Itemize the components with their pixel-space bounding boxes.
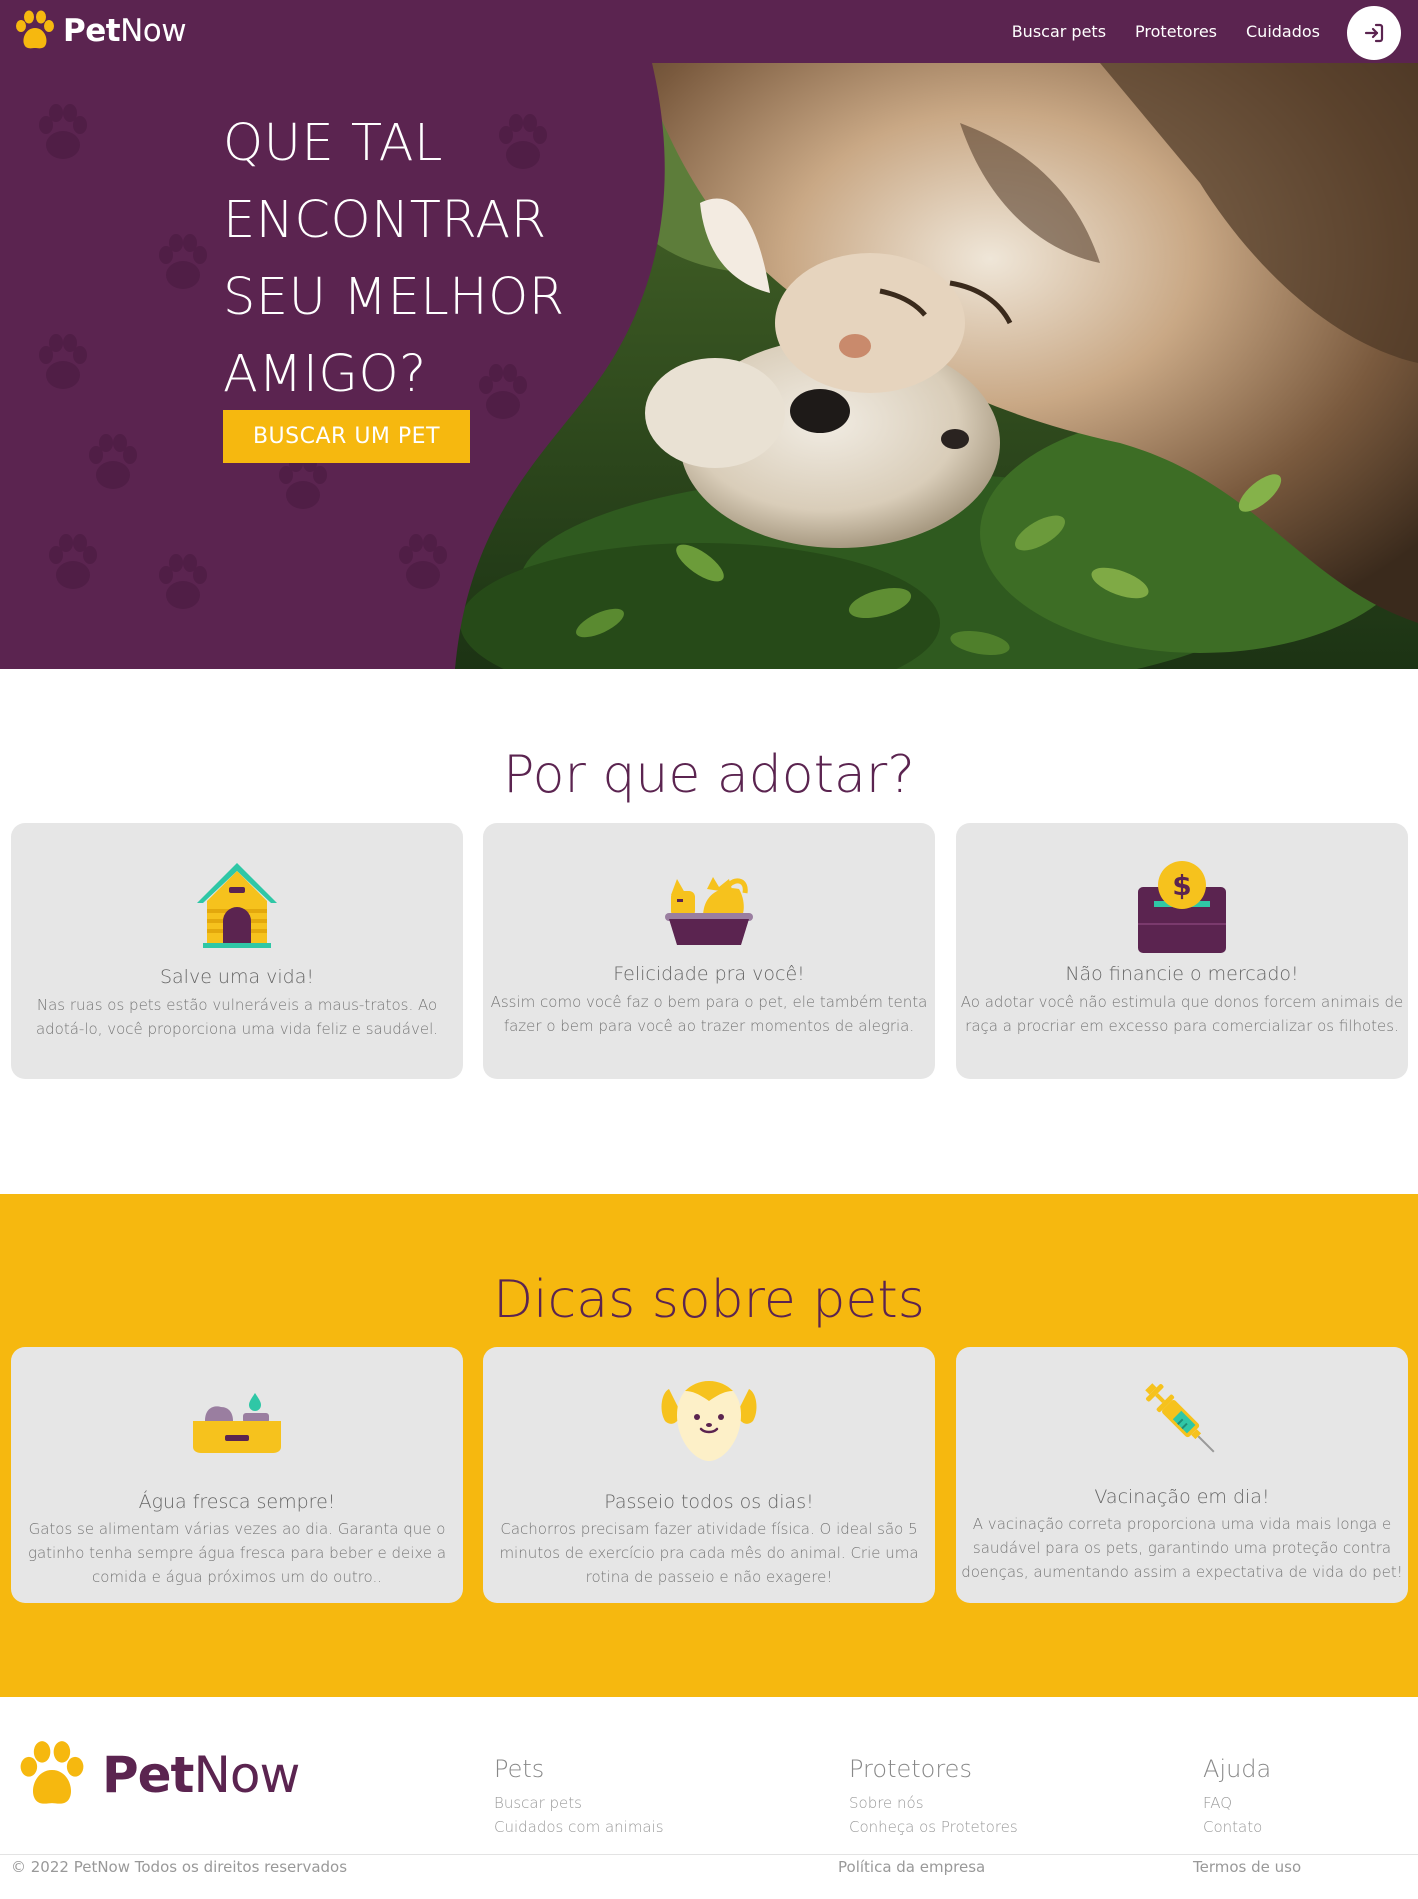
doghouse-icon [197,863,277,948]
navbar: PetNow Buscar pets Protetores Cuidados [0,0,1418,63]
nav-links: Buscar pets Protetores Cuidados [983,0,1320,63]
footer-link[interactable]: Buscar pets [494,1791,664,1815]
card-title: Salve uma vida! [159,966,315,988]
pet-bowl-icon [193,1393,281,1453]
card-title: Passeio todos os dias! [604,1491,814,1513]
card-text: A vacinação correta proporciona uma vida… [961,1515,1403,1581]
footer-link[interactable]: FAQ [1203,1791,1271,1815]
tip-card: Água fresca sempre! Gatos se alimentam v… [11,1347,463,1603]
dog-face-icon [661,1381,757,1461]
hero-title: QUE TAL ENCONTRAR SEU MELHOR AMIGO? [223,114,565,404]
tip-card: Vacinação em dia! A vacinação correta pr… [956,1347,1408,1603]
card-title: Felicidade pra você! [613,963,805,985]
card-title: Não financie o mercado! [1065,963,1299,985]
why-adopt-title: Por que adotar? [503,745,915,805]
tip-card: Passeio todos os dias! Cachorros precisa… [483,1347,935,1603]
search-pet-button[interactable]: BUSCAR UM PET [223,410,470,463]
footer-link[interactable]: Sobre nós [849,1791,1018,1815]
footer-column-title: Ajuda [1203,1755,1272,1783]
syringe-icon [1145,1383,1215,1453]
footer-column-title: Protetores [849,1755,972,1783]
footer-column-title: Pets [494,1755,545,1783]
card-text: Nas ruas os pets estão vulneráveis a mau… [35,996,439,1038]
login-button[interactable] [1347,6,1401,60]
brand-name: PetNow [63,13,187,49]
paw-icon [16,10,54,49]
copyright-text: © 2022 PetNow Todos os direitos reservad… [11,1858,348,1876]
footer-divider [0,1854,1418,1855]
hero-pets-photo [0,63,1418,669]
footer-brand-name: PetNow [102,1746,300,1804]
brand-logo[interactable]: PetNow [12,8,187,54]
nav-item-buscar-pets[interactable]: Buscar pets [1012,22,1106,41]
footer-link[interactable]: Cuidados com animais [494,1815,664,1839]
footer-logo[interactable]: PetNow [12,1737,300,1813]
footer-column-pets: Pets Buscar pets Cuidados com animais [494,1755,664,1839]
tips-title: Dicas sobre pets [493,1270,925,1330]
why-adopt-card: Salve uma vida! Nas ruas os pets estão v… [11,823,463,1079]
card-title: Vacinação em dia! [1094,1486,1270,1508]
card-title: Água fresca sempre! [138,1491,336,1513]
nav-item-cuidados[interactable]: Cuidados [1246,22,1320,41]
card-text: Cachorros precisam fazer atividade físic… [499,1520,919,1586]
policy-link[interactable]: Política da empresa [838,1858,985,1876]
card-text: Ao adotar você não estimula que donos fo… [960,993,1404,1035]
terms-link[interactable]: Termos de uso [1193,1858,1301,1876]
footer-link[interactable]: Conheça os Protetores [849,1815,1018,1839]
login-icon [1364,23,1384,43]
footer-column-ajuda: Ajuda FAQ Contato [1203,1755,1271,1839]
paw-icon [20,1741,84,1804]
why-adopt-card: Felicidade pra você! Assim como você faz… [483,823,935,1079]
card-text: Assim como você faz o bem para o pet, el… [490,993,928,1035]
cat-bed-icon [665,877,753,945]
nav-item-protetores[interactable]: Protetores [1135,22,1217,41]
why-adopt-card: $ Não financie o mercado! Ao adotar você… [956,823,1408,1079]
footer-column-protetores: Protetores Sobre nós Conheça os Protetor… [849,1755,1018,1839]
svg-text:$: $ [1172,869,1191,902]
footer-link[interactable]: Contato [1203,1815,1271,1839]
hero-banner: QUE TAL ENCONTRAR SEU MELHOR AMIGO? BUSC… [0,63,1418,669]
money-box-icon: $ [1138,861,1226,953]
card-text: Gatos se alimentam várias vezes ao dia. … [27,1520,447,1586]
